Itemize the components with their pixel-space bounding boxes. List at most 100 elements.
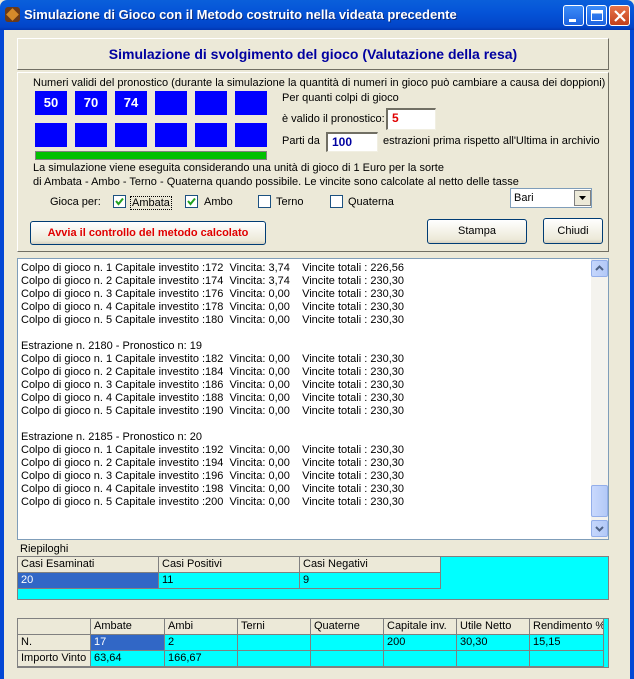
grid-header: Casi Positivi [159, 557, 300, 573]
grid-cell[interactable]: 2 [165, 635, 238, 651]
number-box[interactable] [115, 123, 147, 147]
app-icon [5, 7, 20, 22]
number-box[interactable] [235, 123, 267, 147]
info-line-2: di Ambata - Ambo - Terno - Quaterna quan… [33, 176, 519, 188]
grid-header: Ambi [165, 619, 238, 635]
scroll-down-button[interactable] [591, 520, 608, 537]
grid-header: Terni [238, 619, 311, 635]
stampa-button[interactable]: Stampa [427, 219, 527, 244]
log-line: Estrazione n. 2185 - Pronostico n: 20 [21, 431, 202, 443]
log-line: Colpo di gioco n. 3 Capitale investito :… [21, 379, 405, 391]
chevron-down-icon [579, 196, 586, 200]
quaterna-label[interactable]: Quaterna [348, 196, 394, 208]
number-box[interactable] [35, 123, 67, 147]
grid-header: Capitale inv. [384, 619, 457, 635]
close-icon [614, 10, 626, 22]
log-line: Colpo di gioco n. 3 Capitale investito :… [21, 470, 405, 482]
row-header: Importo Vinto [18, 651, 91, 667]
grid-cell-casi-esaminati[interactable]: 20 [18, 573, 159, 589]
grid-cell[interactable]: 15,15 [530, 635, 604, 651]
log-line: Colpo di gioco n. 5 Capitale investito :… [21, 314, 405, 326]
window-title: Simulazione di Gioco con il Metodo costr… [24, 7, 457, 22]
minimize-icon [569, 19, 576, 22]
grid-cell-casi-negativi[interactable]: 9 [300, 573, 441, 589]
riepiloghi-label: Riepiloghi [20, 543, 69, 555]
number-box[interactable] [235, 91, 267, 115]
log-line: Colpo di gioco n. 2 Capitale investito :… [21, 457, 405, 469]
grid-cell[interactable]: 17 [91, 635, 165, 651]
grid-header: Quaterne [311, 619, 384, 635]
minimize-button[interactable] [563, 5, 584, 26]
number-box[interactable]: 70 [75, 91, 107, 115]
grid-cell[interactable] [311, 635, 384, 651]
grid-header: Rendimento % [530, 619, 604, 635]
log-line: Colpo di gioco n. 1 Capitale investito :… [21, 353, 405, 365]
grid-cell[interactable] [384, 651, 457, 667]
log-line: Colpo di gioco n. 3 Capitale investito :… [21, 288, 405, 300]
number-box[interactable] [155, 123, 187, 147]
grid-cell[interactable] [311, 651, 384, 667]
ambata-label[interactable]: Ambata [130, 196, 172, 210]
ambo-label[interactable]: Ambo [204, 196, 233, 208]
grid-cell[interactable] [238, 635, 311, 651]
colpi-input[interactable]: 5 [386, 108, 436, 130]
vertical-scrollbar[interactable] [591, 259, 608, 539]
colpi-label-2: è valido il pronostico: [282, 113, 385, 125]
window-border-right [630, 30, 634, 679]
terno-label[interactable]: Terno [276, 196, 304, 208]
ruota-select[interactable]: Bari [510, 188, 592, 208]
log-line: Colpo di gioco n. 2 Capitale investito :… [21, 366, 405, 378]
scroll-thumb[interactable] [591, 485, 608, 517]
grid-cell[interactable] [457, 651, 530, 667]
config-panel: Numeri validi del pronostico (durante la… [17, 72, 609, 252]
check-icon [187, 197, 196, 206]
grid-header: Casi Esaminati [18, 557, 159, 573]
number-box[interactable]: 74 [115, 91, 147, 115]
header-title: Simulazione di svolgimento del gioco (Va… [108, 46, 518, 62]
number-box[interactable]: 50 [35, 91, 67, 115]
terno-checkbox[interactable] [258, 195, 271, 208]
info-line-1: La simulazione viene eseguita consideran… [33, 162, 444, 174]
ambata-checkbox[interactable] [113, 195, 126, 208]
maximize-button[interactable] [586, 5, 607, 26]
quaterna-checkbox[interactable] [330, 195, 343, 208]
header-panel: Simulazione di svolgimento del gioco (Va… [17, 38, 609, 70]
riepiloghi-grid[interactable]: Casi Esaminati Casi Positivi Casi Negati… [17, 556, 609, 600]
grid-cell[interactable]: 200 [384, 635, 457, 651]
log-line: Colpo di gioco n. 1 Capitale investito :… [21, 262, 405, 274]
log-line: Colpo di gioco n. 5 Capitale investito :… [21, 405, 405, 417]
results-grid[interactable]: Ambate Ambi Terni Quaterne Capitale inv.… [17, 618, 609, 668]
number-box[interactable] [75, 123, 107, 147]
log-line: Colpo di gioco n. 2 Capitale investito :… [21, 275, 405, 287]
grid-cell[interactable]: 166,67 [165, 651, 238, 667]
chevron-down-icon [595, 526, 604, 532]
dropdown-button[interactable] [574, 190, 591, 206]
grid-cell[interactable]: 63,64 [91, 651, 165, 667]
progress-bar [35, 151, 267, 160]
log-line: Estrazione n. 2180 - Pronostico n: 19 [21, 340, 202, 352]
estrazioni-label: estrazioni prima rispetto all'Ultima in … [383, 135, 600, 147]
close-button[interactable] [609, 5, 630, 26]
number-box[interactable] [195, 123, 227, 147]
parti-da-label: Parti da [282, 135, 320, 147]
log-line: Colpo di gioco n. 4 Capitale investito :… [21, 483, 405, 495]
grid-cell-casi-positivi[interactable]: 11 [159, 573, 300, 589]
gioca-label: Gioca per: [50, 196, 101, 208]
number-box[interactable] [195, 91, 227, 115]
number-box[interactable] [155, 91, 187, 115]
chiudi-button[interactable]: Chiudi [543, 218, 603, 244]
ambo-checkbox[interactable] [185, 195, 198, 208]
log-line: Colpo di gioco n. 4 Capitale investito :… [21, 392, 405, 404]
parti-da-input[interactable]: 100 [326, 132, 378, 152]
progress-fill [36, 152, 266, 159]
scroll-up-button[interactable] [591, 260, 608, 277]
grid-cell[interactable] [530, 651, 604, 667]
grid-header: Casi Negativi [300, 557, 441, 573]
grid-cell[interactable]: 30,30 [457, 635, 530, 651]
grid-cell[interactable] [238, 651, 311, 667]
log-textarea[interactable]: Colpo di gioco n. 1 Capitale investito :… [17, 258, 609, 540]
log-line: Colpo di gioco n. 4 Capitale investito :… [21, 301, 405, 313]
avvia-button[interactable]: Avvia il controllo del metodo calcolato [30, 221, 266, 245]
log-line: Colpo di gioco n. 5 Capitale investito :… [21, 496, 405, 508]
colpi-label: Per quanti colpi di gioco [282, 92, 399, 104]
